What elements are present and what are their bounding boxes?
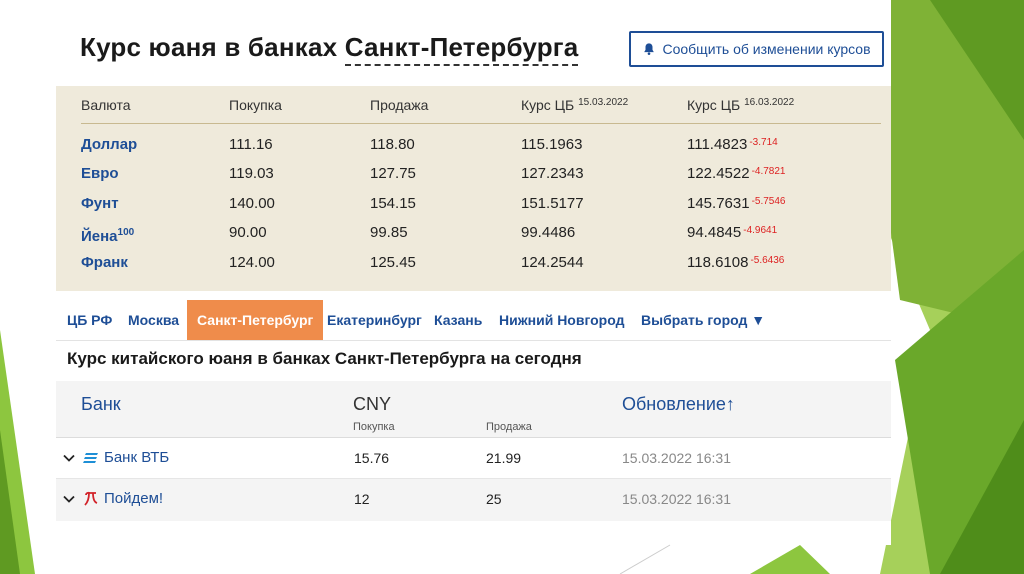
rate-cb-next: 111.4823 -3.714 bbox=[687, 136, 778, 153]
rate-cb: 99.4486 bbox=[521, 224, 576, 241]
currency-name[interactable]: Фунт bbox=[81, 191, 119, 217]
cb-today-date: 15.03.2022 bbox=[578, 97, 629, 108]
report-button-label: Сообщить об изменении курсов bbox=[662, 41, 871, 57]
rate-cb-next: 118.6108 -5.6436 bbox=[687, 254, 785, 271]
header-sell: Продажа bbox=[370, 97, 429, 113]
tab-moscow[interactable]: Москва bbox=[128, 300, 179, 340]
rate-delta: -3.714 bbox=[749, 137, 778, 148]
tab-cb-rf[interactable]: ЦБ РФ bbox=[67, 300, 112, 340]
chevron-down-icon[interactable] bbox=[63, 438, 75, 478]
page-title: Курс юаня в банках Санкт-Петербурга bbox=[80, 32, 579, 66]
tab-yekaterinburg[interactable]: Екатеринбург bbox=[327, 300, 422, 340]
header-buy: Покупка bbox=[229, 97, 282, 113]
rate-delta: -5.7546 bbox=[751, 196, 786, 207]
header-update-sort[interactable]: Обновление↑ bbox=[622, 394, 735, 415]
currency-rates-table: Валюта Покупка Продажа Курс ЦБ 15.03.202… bbox=[56, 86, 891, 291]
rate-buy: 140.00 bbox=[229, 195, 275, 212]
rate-cb-next: 122.4522 -4.7821 bbox=[687, 165, 786, 182]
rate-cb: 151.5177 bbox=[521, 195, 584, 212]
rate-cb-next: 94.4845 -4.9641 bbox=[687, 224, 778, 241]
currency-name[interactable]: Евро bbox=[81, 161, 119, 187]
bank-updated-time: 15.03.2022 16:31 bbox=[622, 450, 731, 466]
yen-multiplier: 100 bbox=[117, 227, 135, 238]
bank-buy-rate: 12 bbox=[354, 491, 370, 507]
header-cb-today: Курс ЦБ 15.03.2022 bbox=[521, 97, 629, 113]
rate-row-euro: Евро 119.03 127.75 127.2343 122.4522 -4.7… bbox=[56, 161, 891, 187]
rate-row-franc: Франк 124.00 125.45 124.2544 118.6108 -5.… bbox=[56, 250, 891, 276]
rate-sell: 118.80 bbox=[370, 136, 415, 153]
header-cny-buy[interactable]: Покупка bbox=[353, 421, 395, 433]
tab-kazan[interactable]: Казань bbox=[434, 300, 482, 340]
section-title: Курс китайского юаня в банках Санкт-Пете… bbox=[67, 349, 582, 368]
header-divider bbox=[81, 123, 881, 124]
rate-row-yen: Йена100 90.00 99.85 99.4486 94.4845 -4.96… bbox=[56, 220, 891, 246]
table-row[interactable]: Пойдем! 12 25 15.03.2022 16:31 bbox=[56, 479, 891, 519]
header-cb-tomorrow: Курс ЦБ 16.03.2022 bbox=[687, 97, 795, 113]
bank-sell-rate: 21.99 bbox=[486, 450, 522, 466]
bank-sell-rate: 25 bbox=[486, 491, 502, 507]
city-tabs: ЦБ РФ Москва Санкт-Петербург Екатеринбур… bbox=[56, 300, 891, 341]
chevron-down-icon[interactable] bbox=[63, 479, 75, 519]
rate-buy: 124.00 bbox=[229, 254, 275, 271]
rate-delta: -4.7821 bbox=[751, 166, 786, 177]
rate-sell: 154.15 bbox=[370, 195, 416, 212]
header-cny: CNY bbox=[353, 394, 392, 414]
rate-buy: 119.03 bbox=[229, 165, 274, 182]
report-rate-change-button[interactable]: Сообщить об изменении курсов bbox=[629, 31, 884, 67]
currency-name[interactable]: Доллар bbox=[81, 132, 137, 158]
title-prefix: Курс юаня в банках bbox=[80, 32, 338, 62]
tab-saint-petersburg[interactable]: Санкт-Петербург bbox=[187, 300, 324, 340]
table-row[interactable]: Банк ВТБ 15.76 21.99 15.03.2022 16:31 bbox=[56, 438, 891, 479]
rate-sell: 125.45 bbox=[370, 254, 416, 271]
header-currency: Валюта bbox=[81, 97, 131, 113]
bank-updated-time: 15.03.2022 16:31 bbox=[622, 491, 731, 507]
rate-buy: 90.00 bbox=[229, 224, 267, 241]
rate-sell: 127.75 bbox=[370, 165, 416, 182]
rate-row-dollar: Доллар 111.16 118.80 115.1963 111.4823 -3… bbox=[56, 132, 891, 158]
currency-name[interactable]: Франк bbox=[81, 250, 128, 276]
rate-cb: 127.2343 bbox=[521, 165, 584, 182]
rate-row-pound: Фунт 140.00 154.15 151.5177 145.7631 -5.7… bbox=[56, 191, 891, 217]
rate-delta: -4.9641 bbox=[743, 225, 778, 236]
rate-cb: 115.1963 bbox=[521, 136, 583, 153]
city-selector-link[interactable]: Санкт-Петербурга bbox=[344, 32, 579, 66]
rate-buy: 111.16 bbox=[229, 136, 273, 153]
currency-name[interactable]: Йена100 bbox=[81, 220, 134, 250]
cb-tomorrow-date: 16.03.2022 bbox=[744, 97, 795, 108]
bank-name[interactable]: Пойдем! bbox=[104, 479, 163, 519]
choose-city-dropdown[interactable]: Выбрать город ▼ bbox=[641, 300, 765, 340]
header-cny-sell[interactable]: Продажа bbox=[486, 421, 532, 433]
bank-name[interactable]: Банк ВТБ bbox=[104, 438, 169, 478]
header-bank[interactable]: Банк bbox=[81, 394, 121, 415]
rates-table-header: Валюта Покупка Продажа Курс ЦБ 15.03.202… bbox=[56, 92, 891, 118]
rate-delta: -5.6436 bbox=[750, 255, 785, 266]
poidem-logo-icon bbox=[83, 479, 99, 519]
bank-buy-rate: 15.76 bbox=[354, 450, 390, 466]
rate-cb: 124.2544 bbox=[521, 254, 584, 271]
rate-cb-next: 145.7631 -5.7546 bbox=[687, 195, 786, 212]
tab-nizhny-novgorod[interactable]: Нижний Новгород bbox=[499, 300, 624, 340]
rate-sell: 99.85 bbox=[370, 224, 408, 241]
bank-rates-table: Банк CNY Покупка Продажа Обновление↑ Бан… bbox=[56, 381, 891, 521]
bell-icon bbox=[644, 43, 655, 55]
bank-table-header: Банк CNY Покупка Продажа Обновление↑ bbox=[56, 381, 891, 438]
vtb-logo-icon bbox=[83, 438, 99, 478]
